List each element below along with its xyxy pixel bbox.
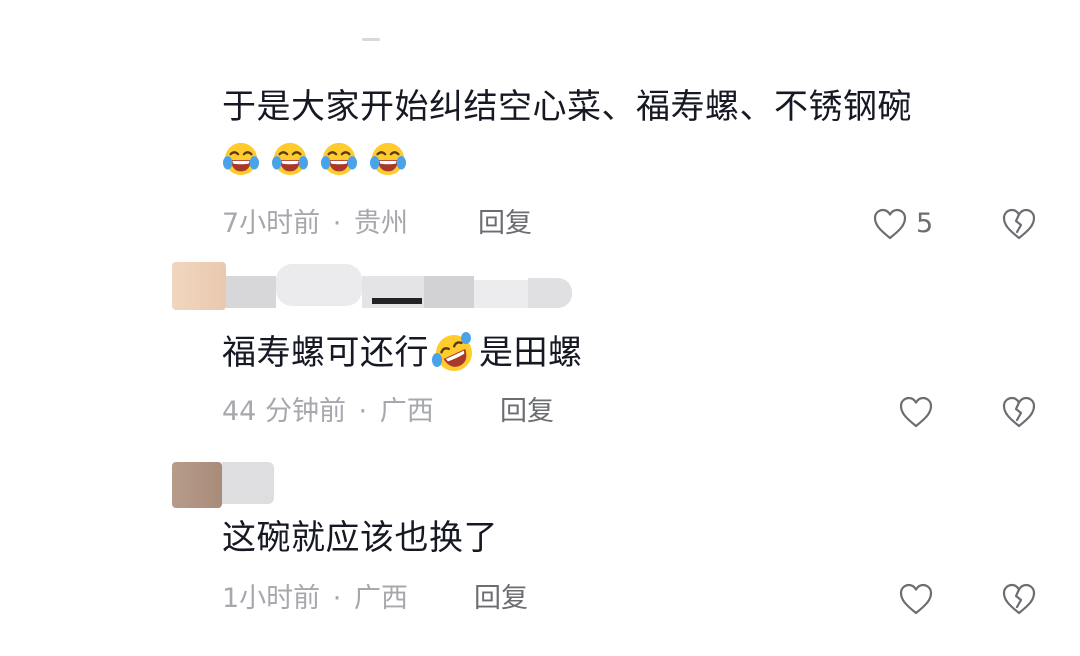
comment-1-like-button[interactable]: [872, 207, 908, 241]
comment-1-reply-button[interactable]: 回复: [478, 207, 532, 241]
broken-heart-icon: [1002, 396, 1036, 428]
comment-1-dislike-button[interactable]: [1001, 207, 1037, 241]
face-with-tears-of-joy-icon: [369, 142, 407, 176]
censored-username-block: [222, 462, 274, 504]
comment-2-time: 44 分钟前: [222, 396, 346, 427]
censored-username-block: [528, 278, 572, 308]
face-with-tears-of-joy-icon: [222, 142, 260, 176]
comment-1-like-count: 5: [916, 208, 934, 239]
comment-2-meta: 44 分钟前 · 广西: [222, 395, 434, 429]
comment-1-emoji-row: [222, 140, 407, 184]
meta-separator: ·: [332, 583, 342, 614]
heart-outline-icon: [899, 396, 933, 428]
censored-username-block: [474, 280, 528, 308]
heart-outline-icon: [899, 583, 933, 615]
comment-3-location: 广西: [353, 583, 408, 614]
comment-2-text-after: 是田螺: [479, 333, 583, 373]
top-divider-smudge: [362, 38, 380, 41]
censored-username-block: [276, 264, 362, 306]
comment-2-like-button[interactable]: [898, 395, 934, 429]
rolling-on-floor-laughing-icon: [432, 332, 472, 371]
comment-3-meta: 1小时前 · 广西: [222, 582, 408, 616]
face-with-tears-of-joy-icon: [320, 142, 358, 176]
comment-2-reply-button[interactable]: 回复: [500, 395, 554, 429]
censored-username-block: [226, 276, 276, 308]
comment-3-text: 这碗就应该也换了: [222, 518, 498, 558]
avatar[interactable]: [172, 462, 222, 508]
broken-heart-icon: [1002, 208, 1036, 240]
meta-separator: ·: [332, 208, 342, 239]
comment-2-text: 福寿螺可还行: [222, 333, 429, 373]
comment-1-meta: 7小时前 · 贵州: [222, 207, 408, 241]
comment-2-dislike-button[interactable]: [1001, 395, 1037, 429]
comment-1-time: 7小时前: [222, 208, 321, 239]
comment-3-time: 1小时前: [222, 583, 321, 614]
comment-1-location: 贵州: [353, 208, 408, 239]
comment-2-location: 广西: [379, 396, 434, 427]
comment-2-text-row: 福寿螺可还行 是田螺: [222, 330, 583, 376]
censored-username-block: [424, 276, 474, 308]
broken-heart-icon: [1002, 583, 1036, 615]
comment-3-dislike-button[interactable]: [1001, 582, 1037, 616]
comment-1-text: 于是大家开始纠结空心菜、福寿螺、不锈钢碗: [222, 87, 912, 127]
comment-3-like-button[interactable]: [898, 582, 934, 616]
meta-separator: ·: [358, 396, 368, 427]
censored-username-block: [372, 298, 422, 304]
avatar[interactable]: [172, 262, 226, 310]
comment-3-reply-button[interactable]: 回复: [474, 582, 528, 616]
heart-outline-icon: [873, 208, 907, 240]
face-with-tears-of-joy-icon: [271, 142, 309, 176]
